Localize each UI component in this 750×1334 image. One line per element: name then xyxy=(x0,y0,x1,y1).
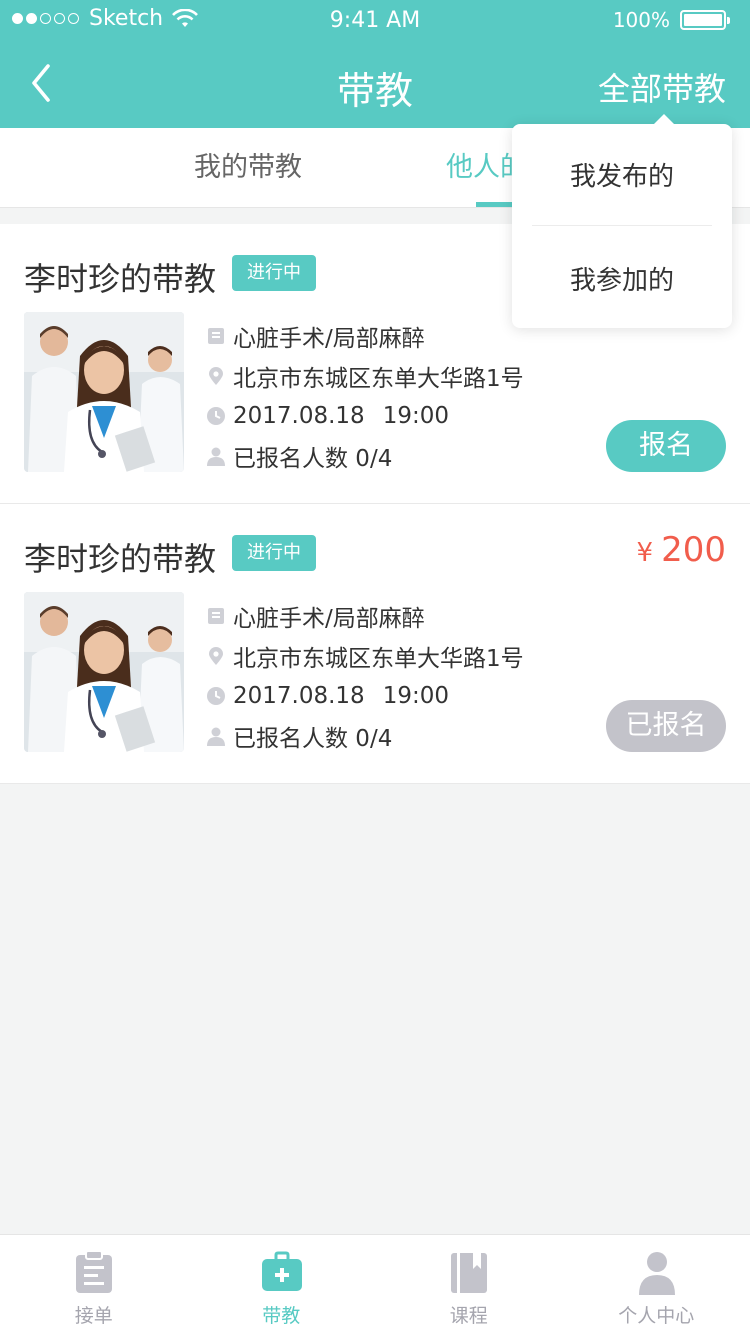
book-icon xyxy=(451,1253,487,1293)
enroll-button[interactable]: 报名 xyxy=(606,420,726,472)
nav-bar: 带教 全部带教 xyxy=(0,40,750,128)
topic-text: 心脏手术/局部麻醉 xyxy=(233,326,425,352)
currency-symbol: ¥ xyxy=(636,538,654,568)
card-info: 心脏手术/局部麻醉 北京市东城区东单大华路1号 2017.08.18 19:00 xyxy=(206,596,524,756)
date-text: 2017.08.18 xyxy=(233,403,365,429)
tabbar-label: 课程 xyxy=(449,1305,488,1327)
topic-icon xyxy=(208,328,224,344)
card-title: 李时珍的带教 xyxy=(24,540,217,578)
menu-item-published[interactable]: 我发布的 xyxy=(512,156,732,193)
date-text: 2017.08.18 xyxy=(233,683,365,709)
bottom-tab-bar: 接单 带教 课程 个人中心 xyxy=(0,1234,750,1334)
filter-dropdown-menu: 我发布的 我参加的 xyxy=(512,114,732,328)
tabbar-item-orders[interactable]: 接单 xyxy=(0,1235,188,1334)
menu-divider xyxy=(532,225,712,226)
person-icon xyxy=(638,1252,675,1295)
tabbar-item-courses[interactable]: 课程 xyxy=(375,1235,563,1334)
location-pin-icon xyxy=(209,367,223,385)
address-text: 北京市东城区东单大华路1号 xyxy=(233,366,524,392)
time-text: 19:00 xyxy=(382,683,449,709)
status-badge: 进行中 xyxy=(232,535,316,571)
clipboard-icon xyxy=(76,1251,112,1293)
header: Sketch 9:41 AM 100% 带教 全部带教 xyxy=(0,0,750,128)
clock-icon xyxy=(207,687,225,705)
tabbar-label: 接单 xyxy=(74,1305,113,1327)
tab-my-teaching[interactable]: 我的带教 xyxy=(194,128,302,208)
price: ¥200 xyxy=(637,530,726,570)
enrolled-text: 已报名人数 0/4 xyxy=(233,446,393,472)
location-pin-icon xyxy=(209,647,223,665)
status-badge: 进行中 xyxy=(232,255,316,291)
address-text: 北京市东城区东单大华路1号 xyxy=(233,646,524,672)
enrolled-button[interactable]: 已报名 xyxy=(606,700,726,752)
tabbar-item-profile[interactable]: 个人中心 xyxy=(563,1235,750,1334)
enrolled-text: 已报名人数 0/4 xyxy=(233,726,393,752)
clock-icon xyxy=(207,407,225,425)
doctor-photo xyxy=(24,312,184,472)
tabbar-item-teaching[interactable]: 带教 xyxy=(188,1235,376,1334)
doctor-photo xyxy=(24,592,184,752)
filter-all-button[interactable]: 全部带教 xyxy=(598,64,726,110)
card-title: 李时珍的带教 xyxy=(24,260,217,298)
price-value: 200 xyxy=(661,530,726,570)
battery-percent: 100% xyxy=(612,8,670,32)
tabbar-label: 个人中心 xyxy=(618,1305,695,1327)
topic-text: 心脏手术/局部麻醉 xyxy=(233,606,425,632)
topic-icon xyxy=(208,608,224,624)
person-icon xyxy=(207,447,225,466)
card-info: 心脏手术/局部麻醉 北京市东城区东单大华路1号 2017.08.18 19:00 xyxy=(206,316,524,476)
menu-item-joined[interactable]: 我参加的 xyxy=(512,260,732,297)
person-icon xyxy=(207,727,225,746)
list-item[interactable]: 李时珍的带教 进行中 ¥200 心脏手术/局部麻醉 北京市东城区东单大华路1号 … xyxy=(0,504,750,784)
status-bar: Sketch 9:41 AM 100% xyxy=(0,0,750,40)
tabbar-label: 带教 xyxy=(262,1305,301,1327)
medical-kit-icon xyxy=(261,1251,302,1291)
time-text: 19:00 xyxy=(382,403,449,429)
battery-icon xyxy=(680,10,730,30)
